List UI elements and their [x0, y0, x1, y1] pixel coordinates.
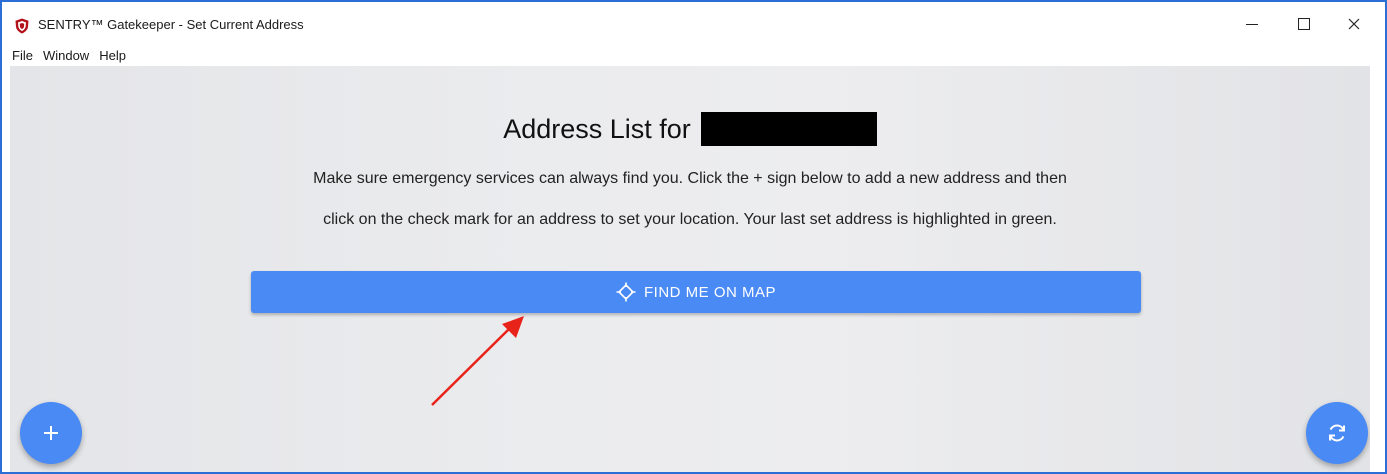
crosshair-icon [616, 282, 636, 302]
title-bar: SENTRY™ Gatekeeper - Set Current Address [2, 2, 1385, 44]
find-me-on-map-button[interactable]: FIND ME ON MAP [251, 271, 1141, 313]
refresh-button[interactable] [1306, 402, 1368, 464]
minimize-button[interactable] [1229, 10, 1275, 38]
find-me-on-map-label: FIND ME ON MAP [643, 283, 776, 301]
minimize-icon [1246, 23, 1258, 25]
description-line-2: click on the check mark for an address t… [323, 211, 1057, 228]
refresh-icon [1329, 424, 1345, 442]
page-title-text: Address List for [503, 113, 691, 144]
app-window: SENTRY™ Gatekeeper - Set Current Address… [0, 0, 1387, 474]
main-content: Address List for Make sure emergency ser… [10, 66, 1370, 472]
maximize-button[interactable] [1281, 10, 1327, 38]
description-line-1: Make sure emergency services can always … [313, 170, 1067, 187]
close-icon [1348, 18, 1360, 30]
menu-file[interactable]: File [12, 48, 33, 63]
menu-bar: File Window Help [2, 44, 1385, 66]
plus-icon [44, 426, 58, 440]
add-address-button[interactable] [20, 402, 82, 464]
page-title: Address List for [10, 112, 1370, 146]
menu-window[interactable]: Window [43, 48, 89, 63]
redacted-name-block [700, 112, 877, 146]
annotation-arrow-icon [431, 316, 524, 406]
close-button[interactable] [1331, 10, 1377, 38]
maximize-icon [1298, 18, 1310, 30]
menu-help[interactable]: Help [99, 48, 126, 63]
window-title: SENTRY™ Gatekeeper - Set Current Address [38, 17, 304, 32]
shield-icon [14, 18, 30, 34]
